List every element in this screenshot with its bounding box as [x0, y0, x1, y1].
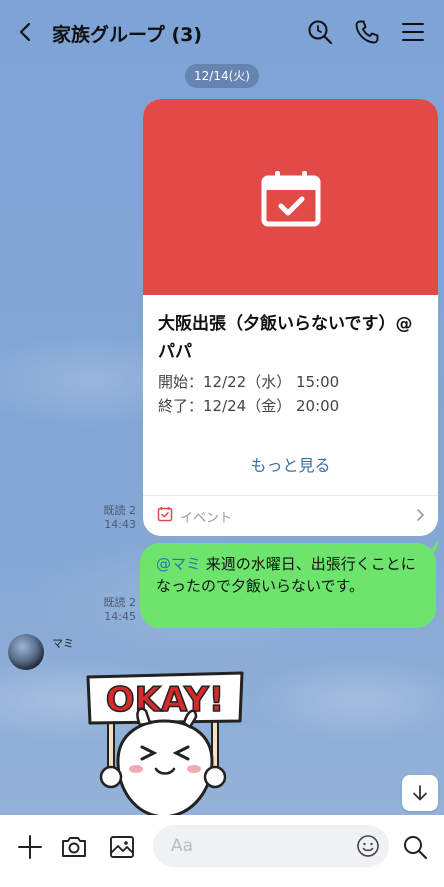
chat-title: 家族グループ (3)	[52, 24, 203, 46]
mention-tag[interactable]: @マミ	[156, 555, 201, 573]
message-read-meta: 既読 2 14:45	[96, 596, 137, 624]
message-input[interactable]	[153, 825, 389, 867]
event-card-banner	[143, 99, 438, 295]
phone-icon[interactable]	[353, 18, 381, 46]
event-footer-label: イベント	[180, 511, 233, 526]
scroll-to-bottom-button[interactable]	[402, 775, 438, 811]
camera-icon[interactable]	[60, 833, 88, 861]
friend-avatar[interactable]	[8, 634, 44, 670]
menu-icon[interactable]	[399, 18, 427, 46]
event-footer[interactable]: イベント	[143, 496, 438, 536]
calendar-check-icon	[261, 171, 321, 227]
read-status: 既読 2	[103, 504, 137, 517]
event-read-meta: 既読 2 14:43	[96, 504, 137, 532]
search-icon[interactable]	[306, 18, 334, 46]
message-time: 14:45	[104, 610, 136, 623]
chevron-right-icon	[417, 509, 425, 521]
event-title: 大阪出張（夕飯いらないです）@パパ	[158, 314, 413, 362]
search-icon[interactable]	[401, 833, 429, 861]
chat-header: 家族グループ (3)	[0, 0, 444, 64]
plus-icon[interactable]	[16, 833, 44, 861]
event-start: 開始：12/22（水） 15:00	[158, 373, 340, 391]
event-end: 終了：12/24（金） 20:00	[158, 397, 340, 415]
composer-bar	[0, 815, 444, 887]
back-chevron-icon[interactable]	[14, 20, 38, 44]
arrow-down-icon	[413, 785, 427, 801]
my-message-bubble[interactable]: @マミ 来週の水曜日、出張行くことになったので夕飯いらないです。	[140, 543, 436, 628]
image-icon[interactable]	[108, 833, 136, 861]
date-separator: 12/14(火)	[185, 64, 259, 88]
okay-sticker[interactable]: OKAY!	[84, 665, 246, 821]
message-time: 14:43	[104, 518, 136, 531]
friend-name: マミ	[52, 637, 74, 650]
emoji-icon[interactable]	[356, 834, 380, 858]
read-status: 既読 2	[103, 596, 137, 609]
see-more-link[interactable]: もっと見る	[143, 452, 438, 476]
calendar-check-icon	[157, 507, 173, 522]
event-card[interactable]: 大阪出張（夕飯いらないです）@パパ 開始：12/22（水） 15:00 終了：1…	[143, 99, 438, 536]
sticker-text: OKAY!	[106, 680, 224, 720]
